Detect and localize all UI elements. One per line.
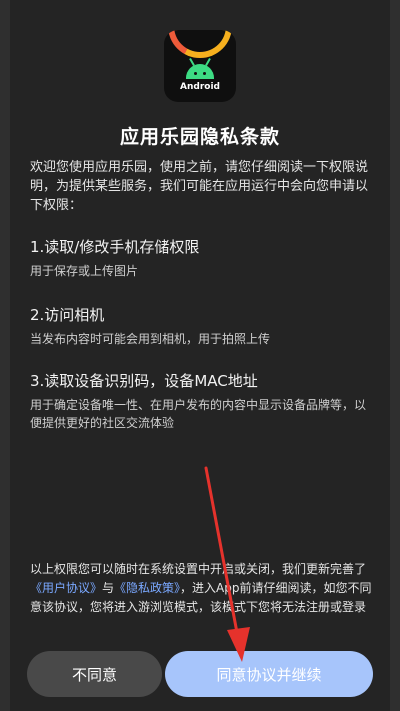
footer-text-part: 与: [102, 581, 115, 595]
permission-desc: 当发布内容时可能会用到相机，用于拍照上传: [30, 332, 271, 346]
privacy-policy-link[interactable]: 《隐私政策》: [114, 581, 180, 595]
permission-desc: 用于保存或上传图片: [30, 264, 139, 278]
app-icon-brand-text: Android: [180, 82, 220, 92]
permission-desc: 用于确定设备唯一性、在用户发布的内容中显示设备品牌等，以便提供更好的社区交流体验: [30, 398, 367, 430]
robot-eye-right: [203, 72, 206, 75]
dialog-title: 应用乐园隐私条款: [119, 126, 280, 148]
user-agreement-link[interactable]: 《用户协议》: [30, 581, 102, 595]
intro-text: 欢迎您使用应用乐园，使用之前，请您仔细阅读一下权限说明，为提供某些服务，我们可能…: [30, 160, 369, 213]
permission-title: 2.访问相机: [30, 306, 105, 324]
disagree-button[interactable]: 不同意: [27, 651, 162, 697]
permission-title: 1.读取/修改手机存储权限: [30, 238, 200, 256]
robot-eye-left: [194, 72, 197, 75]
app-icon: Android: [164, 30, 236, 102]
permission-title: 3.读取设备识别码，设备MAC地址: [30, 372, 258, 390]
permission-item-storage: 1.读取/修改手机存储权限 用于保存或上传图片: [30, 236, 375, 280]
permission-item-device-id: 3.读取设备识别码，设备MAC地址 用于确定设备唯一性、在用户发布的内容中显示设…: [30, 370, 375, 432]
app-icon-arc: [168, 30, 232, 58]
footer-text: 以上权限您可以随时在系统设置中开启或关闭，我们更新完善了《用户协议》与《隐私政策…: [30, 560, 375, 617]
privacy-dialog: Android 应用乐园隐私条款 欢迎您使用应用乐园，使用之前，请您仔细阅读一下…: [10, 0, 390, 711]
android-robot-icon: [186, 64, 214, 79]
agree-continue-button[interactable]: 同意协议并继续: [165, 651, 373, 697]
footer-text-part: 以上权限您可以随时在系统设置中开启或关闭，我们更新完善了: [30, 562, 367, 576]
permission-item-camera: 2.访问相机 当发布内容时可能会用到相机，用于拍照上传: [30, 304, 375, 348]
